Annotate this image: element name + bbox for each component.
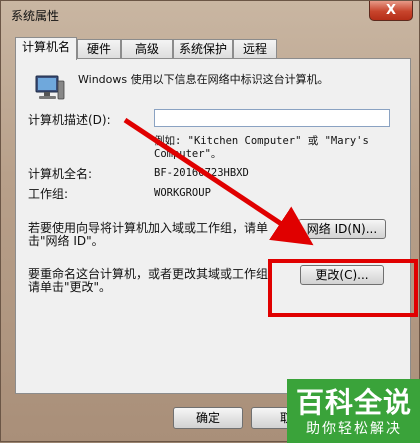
annotation-arrow-icon — [123, 117, 314, 246]
watermark-subtitle: 助你轻松解决 — [306, 421, 402, 437]
watermark-title: 百科全说 — [295, 386, 412, 419]
ok-button[interactable]: 确定 — [173, 407, 243, 429]
tab-computer-name[interactable]: 计算机名 — [15, 37, 77, 60]
watermark-logo: 百科全说 助你轻松解决 — [287, 379, 420, 443]
system-properties-window: 系统属性 X 计算机名 硬件 高级 系统保护 远程 Windows 使用以下信息… — [0, 0, 420, 443]
